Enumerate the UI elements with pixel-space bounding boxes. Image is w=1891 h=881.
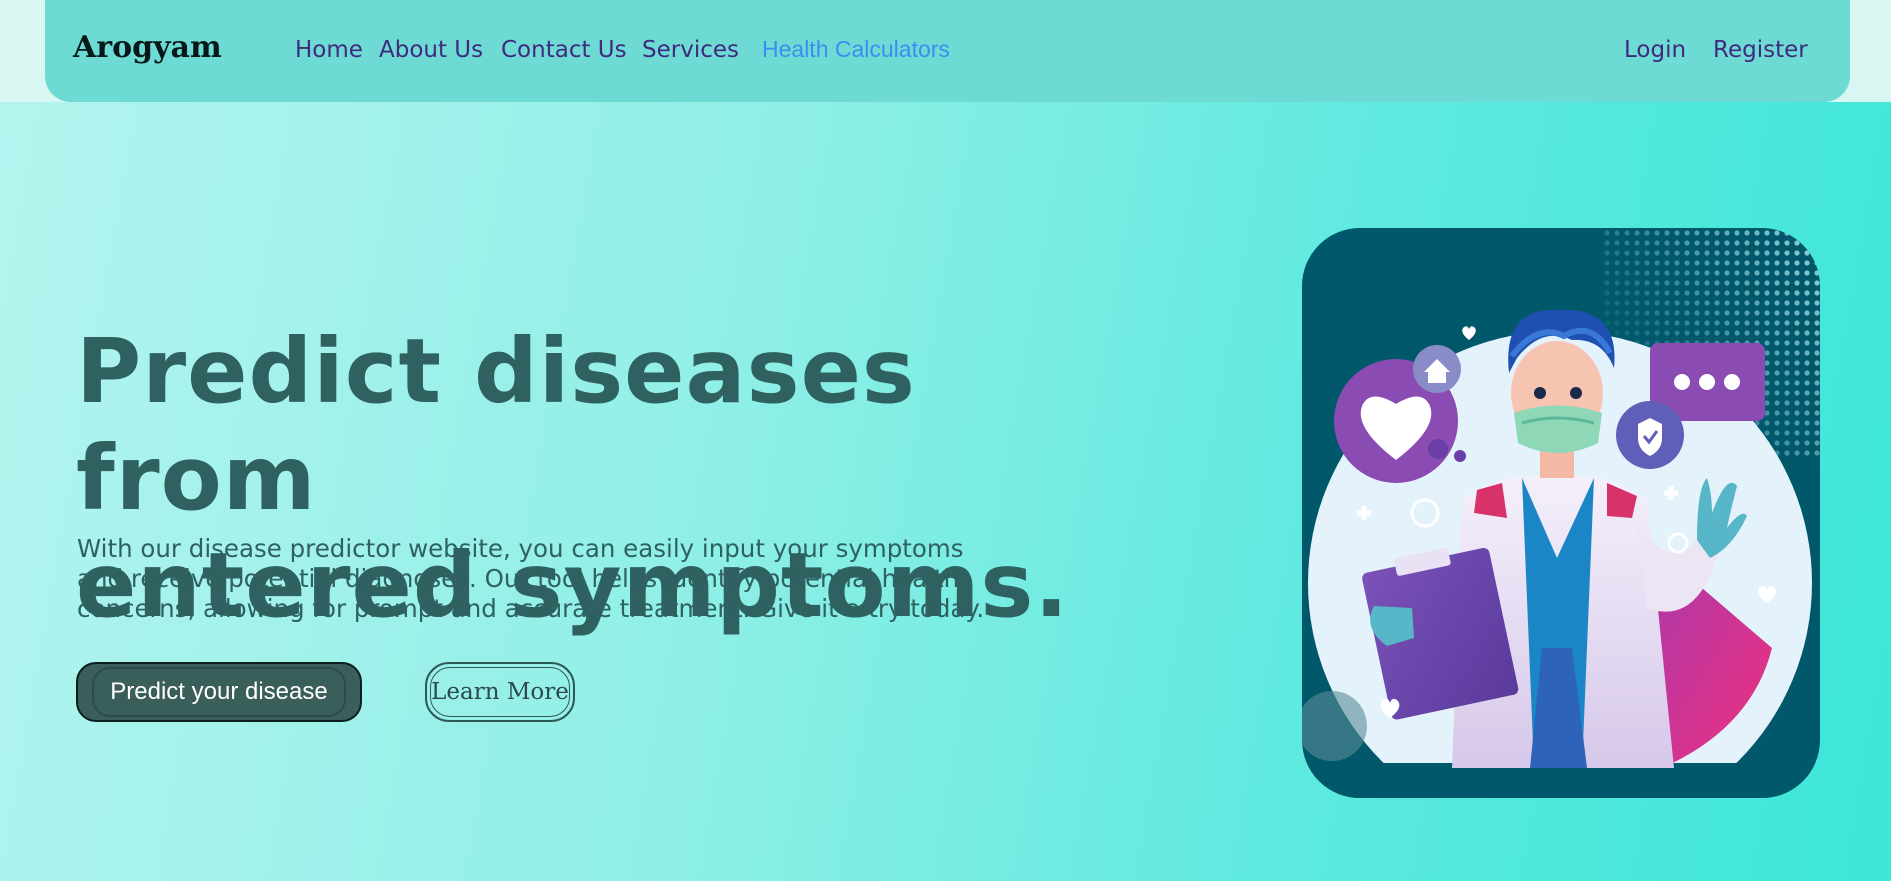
navbar: Arogyam Home About Us Contact Us Service… bbox=[45, 0, 1850, 102]
login-link[interactable]: Login bbox=[1624, 37, 1686, 63]
doctor-illustration bbox=[1302, 228, 1820, 798]
hero-description: With our disease predictor website, you … bbox=[77, 534, 1047, 624]
register-link[interactable]: Register bbox=[1713, 37, 1808, 63]
nav-link-health-calculators[interactable]: Health Calculators bbox=[762, 36, 950, 63]
hero-description-line-1: With our disease predictor website, you … bbox=[77, 534, 964, 563]
hero-description-line-3: concerns, allowing for prompt and accura… bbox=[77, 594, 985, 623]
nav-link-services[interactable]: Services bbox=[642, 37, 739, 63]
predict-button-label: Predict your disease bbox=[110, 678, 328, 705]
hero-title-line-1: Predict diseases from bbox=[76, 319, 916, 530]
hero-description-line-2: and receive potential diagnoses. Our too… bbox=[77, 564, 960, 593]
nav-link-contact[interactable]: Contact Us bbox=[501, 37, 627, 63]
doctor-illustration-icon bbox=[1302, 228, 1820, 798]
brand-logo[interactable]: Arogyam bbox=[73, 30, 222, 65]
nav-link-about[interactable]: About Us bbox=[379, 37, 483, 63]
nav-link-home[interactable]: Home bbox=[295, 37, 363, 63]
predict-disease-button[interactable]: Predict your disease bbox=[76, 662, 362, 722]
learn-more-label: Learn More bbox=[431, 679, 569, 705]
learn-more-button[interactable]: Learn More bbox=[425, 662, 575, 722]
